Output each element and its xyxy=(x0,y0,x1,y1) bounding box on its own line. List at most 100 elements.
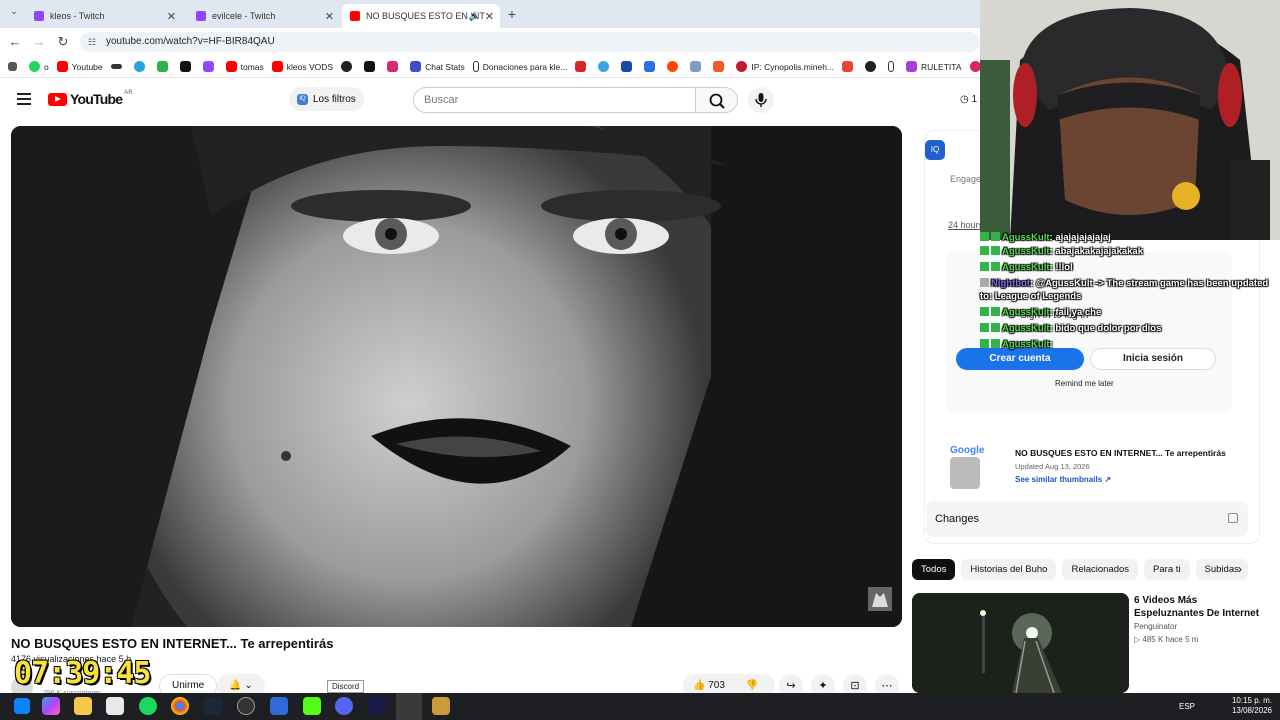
steam-icon[interactable] xyxy=(204,697,222,715)
similar-thumbnails-link[interactable]: See similar thumbnails ↗ xyxy=(1015,475,1111,484)
apps-icon[interactable] xyxy=(8,62,21,71)
bookmark-orange[interactable] xyxy=(713,61,728,72)
bookmark-chat-stats[interactable]: Chat Stats xyxy=(410,61,465,72)
language-indicator[interactable]: ESP xyxy=(1179,702,1195,711)
bookmark-cynopolis[interactable]: IP: Cynopolis.mineh... xyxy=(736,61,834,72)
tab-list-icon[interactable]: ⌄ xyxy=(6,6,22,17)
bookmark-tt[interactable] xyxy=(156,61,172,72)
bookmark-blue[interactable] xyxy=(598,61,613,72)
bookmark-twitch[interactable] xyxy=(202,61,218,72)
bookmark-reddit[interactable] xyxy=(667,61,682,72)
hours-tab[interactable]: 24 hours xyxy=(948,220,983,230)
video-player[interactable] xyxy=(11,126,902,627)
search-input[interactable]: Buscar xyxy=(413,87,696,113)
tab-youtube-video[interactable]: NO BUSQUES ESTO EN INT 🔊 ✕ xyxy=(342,4,500,28)
search-button[interactable] xyxy=(695,87,738,113)
bookmark-blue2[interactable] xyxy=(644,61,659,72)
chip-todos[interactable]: Todos xyxy=(912,559,956,580)
channel-watermark-icon[interactable] xyxy=(868,587,892,611)
premiere-icon[interactable] xyxy=(368,697,386,715)
chrome-icon[interactable] xyxy=(171,697,189,715)
chat-text: @AgussKult -> The stream game has been u… xyxy=(1035,278,1269,289)
league-of-legends-icon[interactable] xyxy=(396,693,422,720)
bookmark-instagram[interactable] xyxy=(387,61,402,72)
tab-kleos[interactable]: kleos - Twitch ✕ xyxy=(26,4,182,28)
kick-icon[interactable] xyxy=(303,697,321,715)
webcam-overlay xyxy=(980,0,1280,240)
riot-client-icon[interactable] xyxy=(432,697,450,715)
thumbnail-title: NO BUSQUES ESTO EN INTERNET... Te arrepe… xyxy=(1015,448,1226,458)
bookmark-label: kleos VODS xyxy=(286,61,334,72)
chevron-right-icon[interactable]: › xyxy=(1238,562,1242,576)
chat-text: !!lol xyxy=(1055,262,1073,273)
store-icon[interactable] xyxy=(106,697,124,715)
bot-badge-icon xyxy=(980,278,989,287)
close-icon[interactable]: ✕ xyxy=(485,10,494,23)
site-info-icon[interactable]: ☷ xyxy=(88,37,96,48)
reload-icon[interactable]: ↻ xyxy=(55,34,71,50)
chat-message: AgussKult: fail ya che xyxy=(980,307,1101,318)
bookmark-x[interactable] xyxy=(364,61,379,72)
iq-icon: IQ xyxy=(297,93,308,105)
voice-search-button[interactable] xyxy=(748,87,774,113)
bookmark-e[interactable] xyxy=(888,61,898,72)
bookmark-icon: ⊡ xyxy=(850,680,860,692)
chat-message: AgussKult: xyxy=(980,339,1053,350)
bookmark-tomas[interactable]: tomas xyxy=(225,61,264,72)
thumbs-down-icon[interactable]: 👎 xyxy=(746,680,758,691)
bookmark-youtube[interactable]: Youtube xyxy=(56,61,103,72)
rec-channel[interactable]: Penguinator xyxy=(1134,622,1177,631)
bell-icon: 🔔 xyxy=(229,680,242,691)
google-word: Google xyxy=(950,445,985,456)
bookmark-link-icon[interactable] xyxy=(110,64,126,69)
chevron-down-icon: ⌄ xyxy=(244,680,253,691)
bookmark-donaciones[interactable]: Donaciones para kle... xyxy=(472,61,567,72)
discord-icon[interactable] xyxy=(335,697,353,715)
copilot-icon[interactable] xyxy=(42,697,60,715)
close-icon[interactable]: ✕ xyxy=(325,10,334,23)
speaker-icon[interactable]: 🔊 xyxy=(469,11,480,22)
share-icon: ↪ xyxy=(786,680,796,692)
bookmark-label: Youtube xyxy=(71,61,103,72)
tab-evilcele[interactable]: evilcele - Twitch ✕ xyxy=(188,4,340,28)
history-button[interactable]: ◷ 1 xyxy=(960,94,977,105)
bookmark-timer[interactable] xyxy=(865,61,880,72)
bookmark-kick[interactable] xyxy=(179,61,195,72)
url-input[interactable]: youtube.com/watch?v=HF-BIR84QAU xyxy=(80,32,980,52)
forward-icon[interactable]: → xyxy=(31,34,47,49)
new-tab-icon[interactable]: + xyxy=(504,6,520,22)
bookmark-whatsapp[interactable]: o xyxy=(29,61,49,72)
changes-row[interactable]: Changes xyxy=(926,501,1248,537)
chat-message: AgussKult: bido que dolor por dios xyxy=(980,323,1161,334)
filters-button[interactable]: IQ Los filtros xyxy=(289,87,364,111)
bookmark-ruletita[interactable]: RULETITA xyxy=(906,61,962,72)
youtube-logo[interactable]: YouTube AR xyxy=(48,90,133,107)
close-icon[interactable]: ✕ xyxy=(167,10,176,23)
bookmark-github[interactable] xyxy=(341,61,356,72)
chip-relacionados[interactable]: Relacionados xyxy=(1062,559,1139,580)
bookmark-gmail[interactable] xyxy=(842,61,857,72)
iq-icon[interactable]: IQ xyxy=(925,140,945,160)
bookmark-paypal[interactable] xyxy=(621,61,636,72)
youtube-icon xyxy=(350,11,360,21)
chip-historias[interactable]: Historias del Buho xyxy=(961,559,1057,580)
bookmark-telegram[interactable] xyxy=(133,61,149,72)
recommended-thumbnail[interactable] xyxy=(912,593,1129,693)
remind-later-link[interactable]: Remind me later xyxy=(1055,379,1114,388)
capcut-icon[interactable] xyxy=(270,697,288,715)
rec-title[interactable]: 6 Videos Más Espeluznantes De Internet xyxy=(1134,594,1269,620)
bookmark-kleos-vods[interactable]: kleos VODS xyxy=(271,61,334,72)
spotify-icon[interactable] xyxy=(139,697,157,715)
chat-text: bido que dolor por dios xyxy=(1055,323,1162,334)
back-icon[interactable]: ← xyxy=(7,34,23,49)
obs-icon[interactable] xyxy=(237,697,255,715)
bookmark-red[interactable] xyxy=(575,61,590,72)
logo-text: YouTube xyxy=(70,91,123,107)
chip-para-ti[interactable]: Para ti xyxy=(1144,559,1190,580)
system-clock[interactable]: 10:15 p. m. 13/08/2026 xyxy=(1232,696,1272,716)
bookmark-grey[interactable] xyxy=(690,61,705,72)
start-icon[interactable] xyxy=(14,698,30,714)
menu-icon[interactable] xyxy=(17,93,31,105)
bookmark-label: o xyxy=(44,61,49,72)
file-explorer-icon[interactable] xyxy=(74,697,92,715)
